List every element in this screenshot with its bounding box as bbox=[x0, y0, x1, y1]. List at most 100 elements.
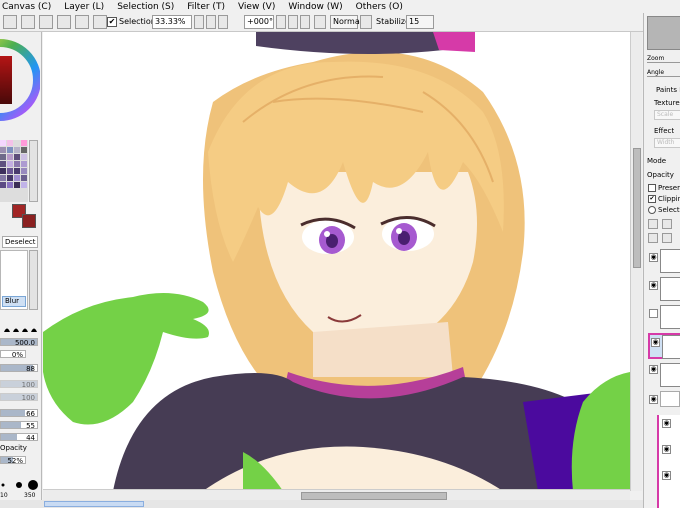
selection-checkbox[interactable]: ✔ bbox=[107, 17, 117, 27]
preserve-label: Preserv bbox=[658, 184, 680, 192]
status-bar bbox=[0, 500, 680, 508]
layer-visibility-eye-icon[interactable]: ◉ bbox=[649, 281, 658, 290]
texture-scale-field[interactable]: Scale bbox=[654, 110, 680, 120]
rotation-field[interactable]: +000° bbox=[244, 15, 274, 29]
new-folder-icon[interactable] bbox=[662, 219, 672, 229]
paints-effect-label: Paints E bbox=[656, 86, 680, 94]
selection-label: Selection bbox=[119, 17, 156, 26]
mode-label: Mode bbox=[647, 157, 667, 165]
layer-visibility-eye-icon[interactable]: ◉ bbox=[662, 445, 671, 454]
param5-slider[interactable]: 55 bbox=[0, 421, 38, 430]
layer-visibility-eye-icon[interactable]: ◉ bbox=[651, 338, 660, 347]
stabilizer-select[interactable]: 15 bbox=[406, 15, 434, 29]
layer-thumbnail[interactable] bbox=[660, 305, 680, 329]
layer-visibility-eye-icon[interactable] bbox=[649, 309, 658, 318]
horizontal-scroll-thumb[interactable] bbox=[301, 492, 447, 500]
layer-folder-icon[interactable] bbox=[660, 391, 680, 407]
brush-size-10: 10 bbox=[0, 492, 8, 499]
selected-layer-row[interactable]: ◉ bbox=[648, 333, 680, 359]
swatch-scrollbar[interactable] bbox=[29, 140, 38, 202]
opacity-label: Opacity bbox=[0, 444, 27, 452]
blending-slider[interactable]: 100 bbox=[0, 380, 38, 389]
transform-button[interactable] bbox=[57, 15, 71, 29]
brush-shape-row[interactable] bbox=[2, 324, 38, 334]
menu-others[interactable]: Others (O) bbox=[356, 2, 403, 12]
navigator-preview[interactable] bbox=[647, 16, 680, 50]
lasso-button[interactable] bbox=[75, 15, 89, 29]
opacity-slider[interactable]: 52% bbox=[0, 456, 26, 465]
tool-list-scrollbar[interactable] bbox=[29, 250, 38, 310]
zoom-reset-icon[interactable] bbox=[218, 15, 228, 29]
menu-view[interactable]: View (V) bbox=[238, 2, 275, 12]
angle-slider[interactable] bbox=[647, 76, 680, 79]
deselect-button[interactable]: Deselect bbox=[2, 236, 38, 248]
brush-size-presets[interactable]: 10 350 bbox=[0, 478, 40, 502]
size-slider[interactable]: 500.0 bbox=[0, 338, 38, 347]
layer-visibility-eye-icon[interactable]: ◉ bbox=[662, 471, 671, 480]
zoom-in-icon[interactable] bbox=[206, 15, 216, 29]
preserve-opacity-checkbox[interactable] bbox=[648, 184, 656, 192]
zoom-out-icon[interactable] bbox=[194, 15, 204, 29]
deselect-tool-button[interactable] bbox=[3, 15, 17, 29]
menu-selection[interactable]: Selection (S) bbox=[117, 2, 174, 12]
menu-canvas[interactable]: Canvas (C) bbox=[2, 2, 51, 12]
layer-thumbnail[interactable] bbox=[660, 277, 680, 301]
secondary-color-swatch[interactable] bbox=[22, 214, 36, 228]
clipping-group-checkbox[interactable]: ✔ bbox=[648, 195, 656, 203]
folder-contents: ◉ ◉ ◉ bbox=[657, 415, 680, 508]
drawing-canvas[interactable] bbox=[43, 32, 630, 491]
dilution-slider[interactable]: 100 bbox=[0, 393, 38, 402]
param6-slider[interactable]: 44 bbox=[0, 433, 38, 442]
blur-brush-item[interactable]: Blur bbox=[2, 296, 26, 307]
layer-visibility-eye-icon[interactable]: ◉ bbox=[649, 253, 658, 262]
persistence-slider[interactable]: 66 bbox=[0, 409, 38, 418]
document-tab[interactable] bbox=[44, 501, 144, 507]
layer-visibility-eye-icon[interactable]: ◉ bbox=[649, 395, 658, 404]
menu-filter[interactable]: Filter (T) bbox=[187, 2, 225, 12]
color-wheel[interactable] bbox=[0, 32, 40, 134]
rotate-reset-icon[interactable] bbox=[300, 15, 310, 29]
flip-icon[interactable] bbox=[314, 15, 326, 29]
zoom-field[interactable]: 33.33% bbox=[152, 15, 192, 29]
opacity-label-right: Opacity bbox=[647, 171, 674, 179]
layer-visibility-eye-icon[interactable]: ◉ bbox=[662, 419, 671, 428]
swatch-grid[interactable] bbox=[0, 140, 28, 202]
density-slider[interactable]: 88 bbox=[0, 364, 38, 373]
vertical-scroll-thumb[interactable] bbox=[633, 148, 641, 268]
merge-layer-icon[interactable] bbox=[662, 233, 672, 243]
rotate-left-icon[interactable] bbox=[276, 15, 286, 29]
invert-selection-button[interactable] bbox=[21, 15, 35, 29]
swatch-colors bbox=[0, 140, 27, 188]
effect-label: Effect bbox=[654, 127, 675, 135]
blend-mode-select[interactable]: Normal bbox=[330, 15, 362, 29]
copy-layer-icon[interactable] bbox=[648, 233, 658, 243]
layer-thumbnail[interactable] bbox=[662, 335, 680, 359]
vertical-scrollbar[interactable] bbox=[630, 32, 642, 491]
new-layer-icon[interactable] bbox=[648, 219, 658, 229]
min-size-slider[interactable]: 0% bbox=[0, 350, 26, 359]
paint-tool-sai-window: Canvas (C) Layer (L) Selection (S) Filte… bbox=[0, 0, 680, 508]
brush-size-350: 350 bbox=[24, 492, 36, 499]
menu-bar: Canvas (C) Layer (L) Selection (S) Filte… bbox=[0, 0, 680, 13]
layer-thumbnail[interactable] bbox=[660, 363, 680, 387]
texture-label: Texture bbox=[654, 99, 680, 107]
effect-width-field[interactable]: Width bbox=[654, 138, 680, 148]
menu-layer[interactable]: Layer (L) bbox=[64, 2, 104, 12]
layer-thumbnail[interactable] bbox=[660, 249, 680, 273]
tool-panel: Deselect Blur 500.0 0% 88 100 100 66 55 … bbox=[0, 32, 42, 508]
zoom-slider[interactable] bbox=[647, 62, 680, 65]
toolbar: ✔ Selection 33.33% +000° Normal Stabiliz… bbox=[0, 13, 680, 32]
select-all-button[interactable] bbox=[39, 15, 53, 29]
layer-panel: Zoom Angle Paints E Texture Scale Effect… bbox=[643, 13, 680, 508]
clipping-label: Clipping bbox=[658, 195, 680, 203]
brush-shape-icons bbox=[4, 328, 37, 332]
rotate-right-icon[interactable] bbox=[288, 15, 298, 29]
zoom-label: Zoom bbox=[647, 55, 665, 62]
blend-mode-dropdown-icon[interactable] bbox=[360, 15, 372, 29]
layer-visibility-eye-icon[interactable]: ◉ bbox=[649, 365, 658, 374]
illustration bbox=[43, 32, 630, 491]
selection-source-radio[interactable] bbox=[648, 206, 656, 214]
menu-window[interactable]: Window (W) bbox=[288, 2, 342, 12]
fill-button[interactable] bbox=[93, 15, 107, 29]
brush-size-dots bbox=[1, 480, 38, 490]
